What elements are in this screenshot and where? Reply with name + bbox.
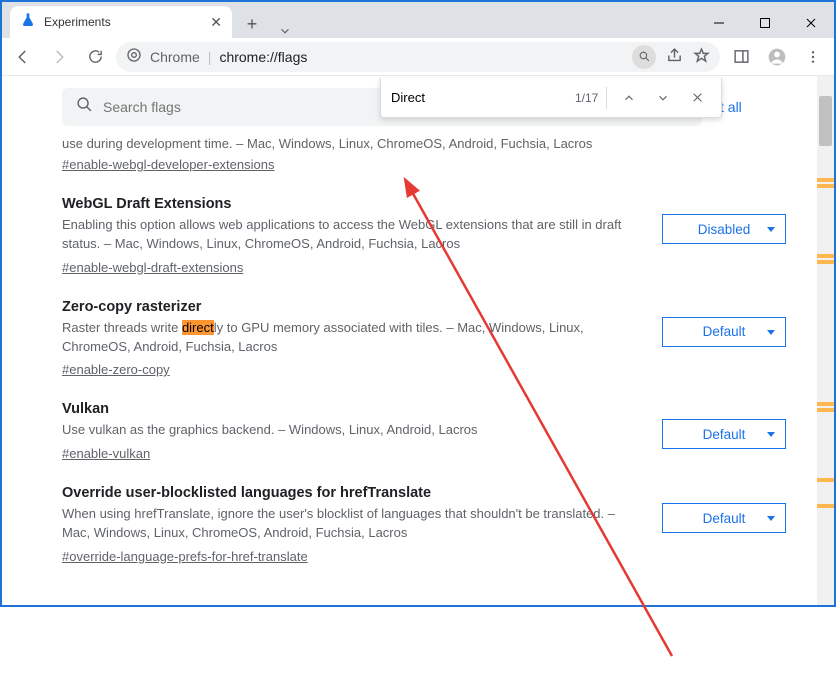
flag-anchor[interactable]: #enable-zero-copy [62,362,170,377]
flag-row: Override user-blocklisted languages for … [20,463,816,566]
tab-title: Experiments [44,15,202,29]
search-icon [76,96,93,118]
url-text: chrome://flags [219,49,307,65]
flag-title: Override user-blocklisted languages for … [62,485,634,501]
flag-select[interactable]: Default [662,317,786,347]
find-input[interactable] [391,90,567,105]
reset-all-link[interactable]: t all [720,99,772,115]
find-in-page-bar: 1/17 [380,78,722,118]
flag-select[interactable]: Disabled [662,214,786,244]
scrollbar-find-tick [817,504,834,508]
side-panel-button[interactable] [726,42,756,72]
bookmark-icon[interactable] [693,47,710,67]
find-count: 1/17 [575,91,598,105]
find-indicator-icon[interactable] [632,45,656,69]
scrollbar-find-tick [817,478,834,482]
flag-title: Zero-copy rasterizer [62,299,634,315]
find-prev-button[interactable] [615,84,642,112]
close-window-button[interactable] [788,8,834,38]
browser-toolbar: Chrome | chrome://flags [2,38,834,76]
flag-anchor[interactable]: #enable-vulkan [62,446,150,461]
flag-desc: Use vulkan as the graphics backend. – Wi… [62,421,634,440]
find-next-button[interactable] [650,84,677,112]
flag-desc: Enabling this option allows web applicat… [62,216,634,254]
flag-row: WebGL Draft Extensions Enabling this opt… [20,174,816,277]
flag-anchor[interactable]: #enable-webgl-developer-extensions [62,157,274,172]
scrollbar[interactable] [817,76,834,605]
flag-desc: Raster threads write directly to GPU mem… [62,319,634,357]
flag-anchor[interactable]: #enable-webgl-draft-extensions [62,260,243,275]
reload-button[interactable] [80,42,110,72]
flag-anchor[interactable]: #override-language-prefs-for-href-transl… [62,549,308,564]
minimize-button[interactable] [696,8,742,38]
flag-title: Vulkan [62,401,634,417]
maximize-button[interactable] [742,8,788,38]
back-button[interactable] [8,42,38,72]
window-controls [696,8,834,38]
page-viewport: t all use during development time. – Mac… [2,76,834,605]
scrollbar-find-tick [817,178,834,182]
url-scheme-label: Chrome [150,49,200,65]
chrome-icon [126,47,142,66]
window-titlebar: Experiments ✕ + [2,2,834,38]
flag-select[interactable]: Default [662,419,786,449]
flag-select[interactable]: Default [662,503,786,533]
flag-desc: When using hrefTranslate, ignore the use… [62,505,634,543]
forward-button[interactable] [44,42,74,72]
scrollbar-find-tick [817,260,834,264]
scrollbar-find-tick [817,184,834,188]
clipped-flag-desc: use during development time. – Mac, Wind… [20,136,816,151]
scrollbar-find-tick [817,402,834,406]
find-close-button[interactable] [684,84,711,112]
flask-icon [20,12,36,33]
scrollbar-find-tick [817,254,834,258]
scrollbar-find-tick [817,408,834,412]
flag-row: Vulkan Use vulkan as the graphics backen… [20,379,816,463]
profile-button[interactable] [762,42,792,72]
address-bar[interactable]: Chrome | chrome://flags [116,42,720,72]
share-icon[interactable] [666,47,683,67]
close-icon[interactable]: ✕ [210,14,222,31]
browser-tab[interactable]: Experiments ✕ [10,6,232,38]
flag-row: Zero-copy rasterizer Raster threads writ… [20,277,816,380]
new-tab-button[interactable]: + [238,10,266,38]
search-highlight: direct [182,320,214,335]
tab-search-button[interactable] [266,24,304,38]
flag-title: WebGL Draft Extensions [62,196,634,212]
menu-button[interactable] [798,42,828,72]
scrollbar-thumb[interactable] [819,96,832,146]
